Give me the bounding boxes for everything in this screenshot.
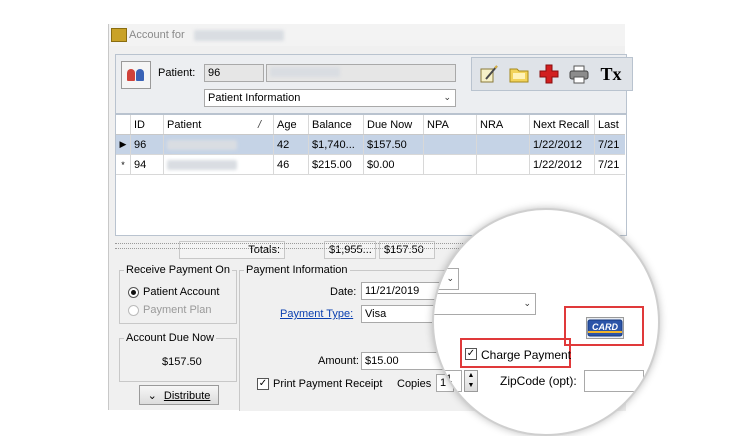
medical-cross-icon[interactable]: [536, 61, 562, 87]
cell-npa: [423, 134, 477, 155]
patient-account-label[interactable]: Patient Account: [143, 286, 219, 298]
patient-account-radio[interactable]: [128, 287, 139, 298]
credit-card-icon: CARD: [587, 319, 623, 337]
view-select-value: Patient Information: [208, 92, 301, 104]
zipcode-field[interactable]: [584, 370, 644, 392]
chevron-down-icon: ⌄: [147, 390, 157, 402]
zoom-magnifier: ⌄ ⌄ CARD ✓ Charge Payment 1 ▲ ▼ ZipCode (…: [432, 208, 660, 436]
cell-age: 46: [273, 154, 309, 175]
zipcode-label: ZipCode (opt):: [500, 374, 577, 388]
zoomed-select[interactable]: ⌄: [434, 268, 459, 290]
receive-payment-group: Receive Payment On Patient Account Payme…: [119, 264, 237, 324]
date-label: Date:: [330, 286, 357, 298]
redacted-name: [167, 159, 237, 170]
patient-panel: Patient: 96 Patient Information ⌄ Tx: [115, 54, 633, 114]
payment-info-title: Payment Information: [244, 264, 350, 276]
patient-label: Patient:: [158, 67, 196, 79]
cell-npa: [423, 154, 477, 175]
redacted-patient-name: [194, 30, 284, 41]
payment-plan-radio[interactable]: [128, 305, 139, 316]
account-due-title: Account Due Now: [124, 332, 217, 344]
chevron-down-icon: ⌄: [523, 298, 531, 308]
column-header-next-recall[interactable]: Next Recall: [529, 115, 595, 135]
column-header-nra[interactable]: NRA: [476, 115, 530, 135]
cell-last: 7/21: [594, 154, 625, 175]
patient-person-icon: [127, 69, 135, 81]
charge-payment-checkbox[interactable]: ✓: [465, 348, 477, 360]
table-row[interactable]: ▶ 96 42 $1,740... $157.50 1/22/2012 7/21: [116, 134, 625, 155]
app-icon: [111, 28, 127, 42]
amount-label: Amount:: [318, 355, 359, 367]
tx-icon[interactable]: Tx: [598, 61, 624, 87]
chevron-down-icon: ⌄: [446, 273, 454, 283]
cell-balance: $1,740...: [308, 134, 364, 155]
distribute-button[interactable]: ⌄ Distribute: [139, 385, 219, 405]
column-header-age[interactable]: Age: [273, 115, 309, 135]
cell-due-now: $0.00: [363, 154, 424, 175]
payment-plan-label[interactable]: Payment Plan: [143, 304, 211, 316]
card-button[interactable]: CARD: [586, 317, 624, 339]
payment-type-link[interactable]: Payment Type:: [280, 308, 353, 320]
folder-icon[interactable]: [506, 61, 532, 87]
patient-name-field: [266, 64, 456, 82]
view-select[interactable]: Patient Information ⌄: [204, 89, 456, 107]
cell-age: 42: [273, 134, 309, 155]
row-indicator: *: [116, 154, 131, 175]
copies-spinner[interactable]: ▲ ▼: [464, 370, 478, 392]
cell-nra: [476, 154, 530, 175]
patient-id-field: 96: [204, 64, 264, 82]
edit-icon[interactable]: [476, 61, 502, 87]
cell-next-recall: 1/22/2012: [529, 134, 595, 155]
title-bar: Account for: [109, 24, 625, 46]
row-indicator-header: [116, 115, 131, 135]
copies-label: Copies: [397, 378, 432, 390]
zoomed-type-select[interactable]: ⌄: [434, 293, 536, 315]
cell-id: 96: [130, 134, 164, 155]
printer-icon[interactable]: [566, 61, 592, 87]
column-header-patient[interactable]: Patient: [163, 115, 255, 135]
cell-due-now: $157.50: [363, 134, 424, 155]
table-row[interactable]: * 94 46 $215.00 $0.00 1/22/2012 7/21: [116, 154, 625, 175]
sort-indicator-icon: /: [255, 115, 274, 135]
column-header-balance[interactable]: Balance: [308, 115, 364, 135]
cell-patient: [163, 134, 274, 155]
account-due-value: $157.50: [162, 356, 202, 368]
column-header-npa[interactable]: NPA: [423, 115, 477, 135]
card-label: CARD: [592, 322, 618, 332]
charge-payment-label[interactable]: Charge Payment: [481, 348, 571, 362]
tx-label: Tx: [600, 63, 622, 84]
chevron-down-icon: ⌄: [443, 92, 451, 102]
patients-button[interactable]: [121, 61, 151, 89]
redacted-name: [167, 139, 237, 150]
column-header-due-now[interactable]: Due Now: [363, 115, 424, 135]
column-header-last[interactable]: Last: [594, 115, 625, 135]
cell-patient: [163, 154, 274, 175]
distribute-label: Distribute: [163, 390, 211, 402]
cell-nra: [476, 134, 530, 155]
family-table: ID Patient / Age Balance Due Now NPA NRA…: [116, 115, 625, 175]
row-indicator: ▶: [116, 134, 131, 155]
cell-balance: $215.00: [308, 154, 364, 175]
column-header-id[interactable]: ID: [130, 115, 164, 135]
receive-payment-title: Receive Payment On: [124, 264, 232, 276]
toolbar: Tx: [471, 57, 633, 91]
cell-id: 94: [130, 154, 164, 175]
zoomed-copies-field[interactable]: 1: [442, 370, 462, 392]
cell-last: 7/21: [594, 134, 625, 155]
redacted-name: [270, 67, 340, 77]
patient-person-icon: [136, 69, 144, 81]
print-receipt-checkbox[interactable]: ✓: [257, 378, 269, 390]
cell-next-recall: 1/22/2012: [529, 154, 595, 175]
print-receipt-label[interactable]: Print Payment Receipt: [273, 378, 382, 390]
table-header: ID Patient / Age Balance Due Now NPA NRA…: [116, 115, 625, 135]
account-due-group: Account Due Now $157.50: [119, 332, 237, 382]
window-title: Account for: [129, 29, 185, 41]
